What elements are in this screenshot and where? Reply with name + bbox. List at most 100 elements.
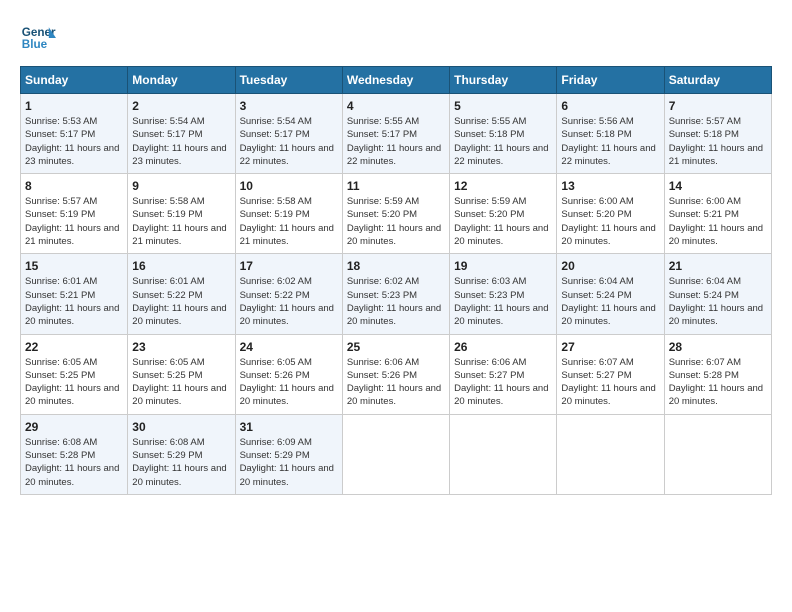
calendar-week-row: 8 Sunrise: 5:57 AM Sunset: 5:19 PM Dayli… <box>21 174 772 254</box>
day-number: 24 <box>240 340 338 354</box>
day-info: Sunrise: 5:55 AM Sunset: 5:17 PM Dayligh… <box>347 115 445 168</box>
calendar-cell: 9 Sunrise: 5:58 AM Sunset: 5:19 PM Dayli… <box>128 174 235 254</box>
calendar-cell <box>664 414 771 494</box>
day-number: 22 <box>25 340 123 354</box>
day-number: 2 <box>132 99 230 113</box>
calendar-cell: 13 Sunrise: 6:00 AM Sunset: 5:20 PM Dayl… <box>557 174 664 254</box>
day-info: Sunrise: 6:04 AM Sunset: 5:24 PM Dayligh… <box>561 275 659 328</box>
calendar-cell: 21 Sunrise: 6:04 AM Sunset: 5:24 PM Dayl… <box>664 254 771 334</box>
day-number: 1 <box>25 99 123 113</box>
day-number: 4 <box>347 99 445 113</box>
calendar-cell: 14 Sunrise: 6:00 AM Sunset: 5:21 PM Dayl… <box>664 174 771 254</box>
day-info: Sunrise: 5:59 AM Sunset: 5:20 PM Dayligh… <box>454 195 552 248</box>
day-info: Sunrise: 5:54 AM Sunset: 5:17 PM Dayligh… <box>240 115 338 168</box>
svg-text:Blue: Blue <box>22 38 48 51</box>
calendar-cell: 15 Sunrise: 6:01 AM Sunset: 5:21 PM Dayl… <box>21 254 128 334</box>
day-info: Sunrise: 6:01 AM Sunset: 5:21 PM Dayligh… <box>25 275 123 328</box>
calendar-day-header: Saturday <box>664 67 771 94</box>
day-info: Sunrise: 5:56 AM Sunset: 5:18 PM Dayligh… <box>561 115 659 168</box>
day-number: 17 <box>240 259 338 273</box>
day-info: Sunrise: 6:05 AM Sunset: 5:25 PM Dayligh… <box>132 356 230 409</box>
calendar-day-header: Sunday <box>21 67 128 94</box>
day-number: 28 <box>669 340 767 354</box>
calendar-cell: 26 Sunrise: 6:06 AM Sunset: 5:27 PM Dayl… <box>450 334 557 414</box>
day-number: 18 <box>347 259 445 273</box>
day-number: 16 <box>132 259 230 273</box>
calendar-week-row: 29 Sunrise: 6:08 AM Sunset: 5:28 PM Dayl… <box>21 414 772 494</box>
calendar-cell: 7 Sunrise: 5:57 AM Sunset: 5:18 PM Dayli… <box>664 94 771 174</box>
day-number: 25 <box>347 340 445 354</box>
calendar-cell: 16 Sunrise: 6:01 AM Sunset: 5:22 PM Dayl… <box>128 254 235 334</box>
calendar-cell: 20 Sunrise: 6:04 AM Sunset: 5:24 PM Dayl… <box>557 254 664 334</box>
calendar-cell: 25 Sunrise: 6:06 AM Sunset: 5:26 PM Dayl… <box>342 334 449 414</box>
day-number: 13 <box>561 179 659 193</box>
day-number: 3 <box>240 99 338 113</box>
day-number: 30 <box>132 420 230 434</box>
day-info: Sunrise: 6:00 AM Sunset: 5:21 PM Dayligh… <box>669 195 767 248</box>
day-info: Sunrise: 6:06 AM Sunset: 5:26 PM Dayligh… <box>347 356 445 409</box>
day-number: 9 <box>132 179 230 193</box>
day-number: 26 <box>454 340 552 354</box>
day-number: 10 <box>240 179 338 193</box>
day-info: Sunrise: 5:57 AM Sunset: 5:19 PM Dayligh… <box>25 195 123 248</box>
calendar-cell: 8 Sunrise: 5:57 AM Sunset: 5:19 PM Dayli… <box>21 174 128 254</box>
day-number: 31 <box>240 420 338 434</box>
calendar-week-row: 22 Sunrise: 6:05 AM Sunset: 5:25 PM Dayl… <box>21 334 772 414</box>
day-info: Sunrise: 6:01 AM Sunset: 5:22 PM Dayligh… <box>132 275 230 328</box>
day-info: Sunrise: 6:08 AM Sunset: 5:29 PM Dayligh… <box>132 436 230 489</box>
day-number: 11 <box>347 179 445 193</box>
logo-icon: General Blue <box>20 20 56 56</box>
calendar-cell: 23 Sunrise: 6:05 AM Sunset: 5:25 PM Dayl… <box>128 334 235 414</box>
calendar-table: SundayMondayTuesdayWednesdayThursdayFrid… <box>20 66 772 495</box>
day-info: Sunrise: 6:07 AM Sunset: 5:27 PM Dayligh… <box>561 356 659 409</box>
day-number: 12 <box>454 179 552 193</box>
calendar-cell: 6 Sunrise: 5:56 AM Sunset: 5:18 PM Dayli… <box>557 94 664 174</box>
calendar-cell: 17 Sunrise: 6:02 AM Sunset: 5:22 PM Dayl… <box>235 254 342 334</box>
calendar-cell <box>557 414 664 494</box>
calendar-week-row: 15 Sunrise: 6:01 AM Sunset: 5:21 PM Dayl… <box>21 254 772 334</box>
day-number: 7 <box>669 99 767 113</box>
calendar-cell: 1 Sunrise: 5:53 AM Sunset: 5:17 PM Dayli… <box>21 94 128 174</box>
calendar-cell: 4 Sunrise: 5:55 AM Sunset: 5:17 PM Dayli… <box>342 94 449 174</box>
calendar-cell: 5 Sunrise: 5:55 AM Sunset: 5:18 PM Dayli… <box>450 94 557 174</box>
logo: General Blue <box>20 20 56 56</box>
day-number: 29 <box>25 420 123 434</box>
day-info: Sunrise: 5:53 AM Sunset: 5:17 PM Dayligh… <box>25 115 123 168</box>
calendar-day-header: Friday <box>557 67 664 94</box>
day-info: Sunrise: 6:02 AM Sunset: 5:22 PM Dayligh… <box>240 275 338 328</box>
day-info: Sunrise: 5:57 AM Sunset: 5:18 PM Dayligh… <box>669 115 767 168</box>
calendar-cell: 29 Sunrise: 6:08 AM Sunset: 5:28 PM Dayl… <box>21 414 128 494</box>
calendar-cell: 22 Sunrise: 6:05 AM Sunset: 5:25 PM Dayl… <box>21 334 128 414</box>
calendar-day-header: Wednesday <box>342 67 449 94</box>
calendar-cell: 31 Sunrise: 6:09 AM Sunset: 5:29 PM Dayl… <box>235 414 342 494</box>
page-header: General Blue <box>20 20 772 56</box>
day-number: 19 <box>454 259 552 273</box>
calendar-cell: 24 Sunrise: 6:05 AM Sunset: 5:26 PM Dayl… <box>235 334 342 414</box>
calendar-week-row: 1 Sunrise: 5:53 AM Sunset: 5:17 PM Dayli… <box>21 94 772 174</box>
day-info: Sunrise: 5:58 AM Sunset: 5:19 PM Dayligh… <box>132 195 230 248</box>
day-info: Sunrise: 6:05 AM Sunset: 5:25 PM Dayligh… <box>25 356 123 409</box>
calendar-cell: 30 Sunrise: 6:08 AM Sunset: 5:29 PM Dayl… <box>128 414 235 494</box>
day-info: Sunrise: 6:09 AM Sunset: 5:29 PM Dayligh… <box>240 436 338 489</box>
calendar-day-header: Tuesday <box>235 67 342 94</box>
day-info: Sunrise: 5:54 AM Sunset: 5:17 PM Dayligh… <box>132 115 230 168</box>
day-number: 23 <box>132 340 230 354</box>
day-info: Sunrise: 6:00 AM Sunset: 5:20 PM Dayligh… <box>561 195 659 248</box>
day-number: 14 <box>669 179 767 193</box>
calendar-day-header: Thursday <box>450 67 557 94</box>
day-number: 15 <box>25 259 123 273</box>
day-info: Sunrise: 6:06 AM Sunset: 5:27 PM Dayligh… <box>454 356 552 409</box>
calendar-cell: 28 Sunrise: 6:07 AM Sunset: 5:28 PM Dayl… <box>664 334 771 414</box>
day-number: 27 <box>561 340 659 354</box>
day-number: 21 <box>669 259 767 273</box>
day-info: Sunrise: 6:08 AM Sunset: 5:28 PM Dayligh… <box>25 436 123 489</box>
calendar-cell: 3 Sunrise: 5:54 AM Sunset: 5:17 PM Dayli… <box>235 94 342 174</box>
calendar-cell: 10 Sunrise: 5:58 AM Sunset: 5:19 PM Dayl… <box>235 174 342 254</box>
day-info: Sunrise: 6:02 AM Sunset: 5:23 PM Dayligh… <box>347 275 445 328</box>
calendar-cell: 2 Sunrise: 5:54 AM Sunset: 5:17 PM Dayli… <box>128 94 235 174</box>
calendar-cell: 19 Sunrise: 6:03 AM Sunset: 5:23 PM Dayl… <box>450 254 557 334</box>
day-info: Sunrise: 6:03 AM Sunset: 5:23 PM Dayligh… <box>454 275 552 328</box>
day-info: Sunrise: 5:59 AM Sunset: 5:20 PM Dayligh… <box>347 195 445 248</box>
day-number: 20 <box>561 259 659 273</box>
day-info: Sunrise: 6:07 AM Sunset: 5:28 PM Dayligh… <box>669 356 767 409</box>
